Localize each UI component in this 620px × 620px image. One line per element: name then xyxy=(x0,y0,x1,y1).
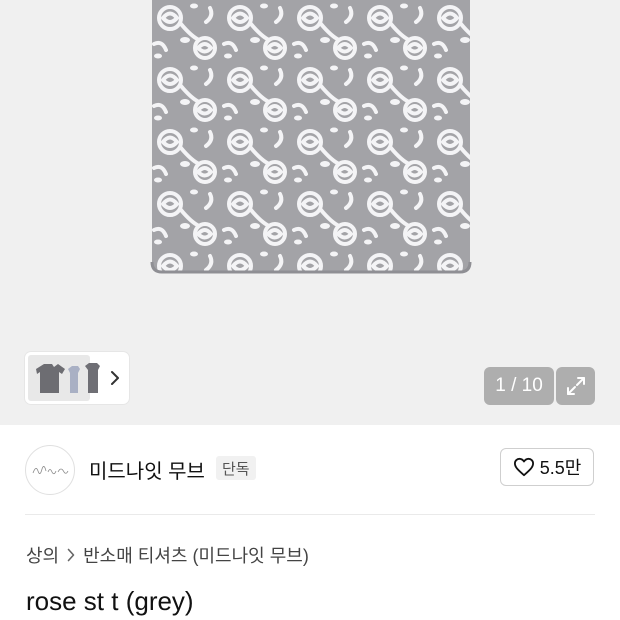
expand-icon xyxy=(566,377,585,395)
like-count: 5.5만 xyxy=(539,458,582,478)
brand-name[interactable]: 미드나잇 무브 xyxy=(89,455,205,484)
brand-logo-mark xyxy=(32,466,69,475)
chevron-right-icon xyxy=(67,548,75,562)
chevron-right-icon xyxy=(111,371,119,385)
image-counter: 1 / 10 xyxy=(484,367,554,405)
product-image[interactable] xyxy=(150,0,472,275)
thumbnail-1[interactable] xyxy=(28,355,90,401)
breadcrumb-category[interactable]: 상의 xyxy=(26,542,59,568)
brand-logo[interactable] xyxy=(25,445,75,495)
like-button[interactable]: 5.5만 xyxy=(500,448,594,486)
product-title: rose st t (grey) xyxy=(26,586,194,616)
thumbnail-2[interactable] xyxy=(83,361,103,395)
breadcrumb: 상의 반소매 티셔츠 (미드나잇 무브) xyxy=(26,542,309,568)
expand-image-button[interactable] xyxy=(556,367,595,405)
brand-row: 미드나잇 무브 단독 5.5만 xyxy=(0,425,620,515)
thumbnail-next-button[interactable] xyxy=(105,367,125,389)
breadcrumb-subcategory[interactable]: 반소매 티셔츠 (미드나잇 무브) xyxy=(83,542,309,568)
heart-outline-icon xyxy=(513,457,534,477)
product-gallery[interactable]: 1 / 10 xyxy=(0,0,620,425)
exclusive-badge: 단독 xyxy=(216,456,256,480)
divider xyxy=(25,514,595,515)
